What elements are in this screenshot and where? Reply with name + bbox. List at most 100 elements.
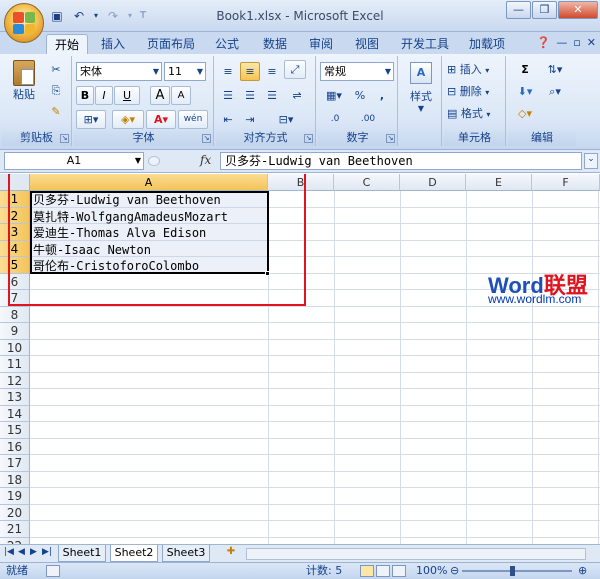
ribbon-restore-icon[interactable]: ▫ <box>573 36 580 49</box>
borders-icon[interactable]: ⊞▾ <box>76 110 106 129</box>
decrease-decimal-button[interactable]: .00 <box>352 110 384 129</box>
insert-cells-button[interactable]: ⊞ 插入 ▾ <box>446 60 504 79</box>
insert-function-button[interactable]: fx <box>200 153 211 167</box>
fill-color-icon[interactable]: ◈▾ <box>112 110 144 129</box>
row-header[interactable]: 18 <box>0 471 30 488</box>
row-header[interactable]: 21 <box>0 521 30 538</box>
page-layout-view-icon[interactable] <box>376 565 390 577</box>
last-sheet-icon[interactable]: ▶| <box>42 547 52 557</box>
minimize-button[interactable]: — <box>506 1 531 19</box>
row-header[interactable]: 15 <box>0 422 30 439</box>
align-left-icon[interactable]: ☰ <box>218 86 238 105</box>
ribbon-minimize-icon[interactable]: — <box>556 36 567 49</box>
find-select-icon[interactable]: ⌕▾ <box>542 82 568 101</box>
row-header[interactable]: 14 <box>0 405 30 422</box>
worksheet-grid[interactable]: A B C D E F 1 2 3 4 5 6 7 8 9 10 11 12 13 14 15 16 17 18 1… <box>0 174 600 544</box>
tab-formulas[interactable]: 公式 <box>210 34 244 54</box>
row-header[interactable]: 11 <box>0 356 30 373</box>
alignment-launcher-icon[interactable]: ↘ <box>304 134 313 143</box>
underline-button[interactable]: U <box>114 86 140 105</box>
font-color-icon[interactable]: A▾ <box>146 110 176 129</box>
clipboard-launcher-icon[interactable]: ↘ <box>60 134 69 143</box>
font-size-combo[interactable]: 11 ▼ <box>164 62 206 81</box>
percent-button[interactable]: % <box>350 86 370 105</box>
tab-home[interactable]: 开始 <box>46 34 88 54</box>
first-sheet-icon[interactable]: |◀ <box>4 547 14 557</box>
ribbon-close-icon[interactable]: ✕ <box>587 36 596 49</box>
format-cells-button[interactable]: ▤ 格式 ▾ <box>446 104 504 123</box>
next-sheet-icon[interactable]: ▶ <box>30 547 37 557</box>
shrink-font-button[interactable]: A <box>171 86 191 105</box>
sheet-tab-2[interactable]: Sheet2 <box>110 545 158 562</box>
currency-icon[interactable]: ▦▾ <box>320 86 348 105</box>
help-icon[interactable]: ❓ <box>537 36 551 49</box>
column-header-c[interactable]: C <box>334 174 400 191</box>
column-header-f[interactable]: F <box>532 174 600 191</box>
bold-button[interactable]: B <box>76 86 94 105</box>
sort-filter-icon[interactable]: ⇅▾ <box>542 60 568 79</box>
number-launcher-icon[interactable]: ↘ <box>386 134 395 143</box>
align-bottom-icon[interactable]: ≡ <box>262 62 282 81</box>
italic-button[interactable]: I <box>95 86 113 105</box>
office-button[interactable] <box>4 3 44 43</box>
paste-button[interactable]: 粘贴 <box>6 60 42 102</box>
zoom-out-button[interactable]: ⊖ <box>450 563 459 579</box>
tab-data[interactable]: 数据 <box>258 34 292 54</box>
styles-button[interactable]: A 样式 ▼ <box>402 62 440 113</box>
insert-sheet-icon[interactable]: ✚ <box>224 546 238 560</box>
merge-center-icon[interactable]: ⊟▾ <box>264 110 308 129</box>
font-name-combo[interactable]: 宋体 ▼ <box>76 62 162 81</box>
horizontal-scrollbar[interactable] <box>246 548 586 560</box>
sheet-tab-1[interactable]: Sheet1 <box>58 545 106 562</box>
row-header[interactable]: 10 <box>0 339 30 356</box>
increase-decimal-button[interactable]: .0 <box>320 110 350 129</box>
tab-page-layout[interactable]: 页面布局 <box>142 34 200 54</box>
increase-indent-icon[interactable]: ⇥ <box>240 110 260 129</box>
tab-insert[interactable]: 插入 <box>96 34 130 54</box>
align-middle-icon[interactable]: ≡ <box>240 62 260 81</box>
expand-formula-bar-icon[interactable]: ⌄ <box>584 153 598 169</box>
chevron-down-icon[interactable]: ▼ <box>135 153 141 169</box>
tab-review[interactable]: 审阅 <box>304 34 338 54</box>
close-button[interactable]: ✕ <box>558 1 598 19</box>
row-header[interactable]: 12 <box>0 372 30 389</box>
row-header[interactable]: 20 <box>0 504 30 521</box>
page-break-view-icon[interactable] <box>392 565 406 577</box>
zoom-in-button[interactable]: ⊕ <box>578 563 587 579</box>
zoom-level[interactable]: 100% <box>416 563 447 579</box>
prev-sheet-icon[interactable]: ◀ <box>18 547 25 557</box>
column-header-e[interactable]: E <box>466 174 532 191</box>
align-center-icon[interactable]: ☰ <box>240 86 260 105</box>
wrap-text-icon[interactable]: ⇌ <box>284 86 310 105</box>
namebox-splitter[interactable] <box>148 156 160 166</box>
zoom-slider-handle[interactable] <box>510 566 515 576</box>
row-header[interactable]: 17 <box>0 455 30 472</box>
delete-cells-button[interactable]: ⊟ 删除 ▾ <box>446 82 504 101</box>
tab-view[interactable]: 视图 <box>350 34 384 54</box>
orientation-icon[interactable]: ⤢ <box>284 60 306 79</box>
sheet-tab-3[interactable]: Sheet3 <box>162 545 210 562</box>
row-header[interactable]: 9 <box>0 323 30 340</box>
clear-icon[interactable]: ◇▾ <box>512 104 538 123</box>
fill-icon[interactable]: ⬇▾ <box>512 82 538 101</box>
column-header-d[interactable]: D <box>400 174 466 191</box>
zoom-slider[interactable] <box>462 570 572 572</box>
row-header[interactable]: 19 <box>0 488 30 505</box>
copy-icon[interactable]: ⎘ <box>46 81 66 100</box>
format-painter-icon[interactable]: ✎ <box>46 102 66 121</box>
restore-button[interactable]: ❐ <box>532 1 557 19</box>
normal-view-icon[interactable] <box>360 565 374 577</box>
tab-addins[interactable]: 加载项 <box>464 34 510 54</box>
comma-button[interactable]: , <box>372 86 392 105</box>
align-right-icon[interactable]: ☰ <box>262 86 282 105</box>
number-format-combo[interactable]: 常规 ▼ <box>320 62 394 81</box>
decrease-indent-icon[interactable]: ⇤ <box>218 110 238 129</box>
row-header[interactable]: 8 <box>0 306 30 323</box>
formula-input[interactable]: 贝多芬-Ludwig van Beethoven <box>220 152 582 170</box>
phonetic-button[interactable]: wén <box>178 110 208 129</box>
tab-developer[interactable]: 开发工具 <box>396 34 454 54</box>
grow-font-button[interactable]: A <box>150 86 170 105</box>
row-header[interactable]: 16 <box>0 438 30 455</box>
align-top-icon[interactable]: ≡ <box>218 62 238 81</box>
cut-icon[interactable]: ✂ <box>46 60 66 79</box>
